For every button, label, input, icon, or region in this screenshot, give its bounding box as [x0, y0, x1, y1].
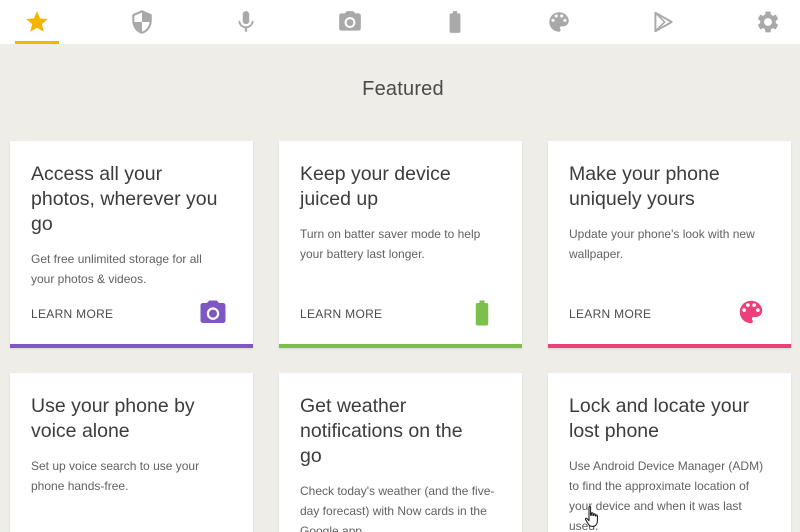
learn-more-link[interactable]: LEARN MORE: [300, 307, 382, 321]
category-tab-bar: [0, 0, 800, 44]
card-description: Turn on batter saver mode to help your b…: [300, 227, 481, 261]
card-accent-bar: [279, 344, 522, 348]
card-title: Access all your photos, wherever you go: [31, 163, 218, 235]
learn-more-link[interactable]: LEARN MORE: [569, 307, 651, 321]
star-icon: [26, 11, 48, 32]
card-description: Update your phone's look with new wallpa…: [569, 227, 755, 261]
tab-play[interactable]: [633, 0, 693, 44]
card-description: Set up voice search to use your phone ha…: [31, 459, 200, 493]
card-accent-bar: [10, 344, 253, 348]
card-weather[interactable]: Get weather notifications on the go Chec…: [279, 373, 522, 532]
gear-icon: [757, 11, 779, 33]
palette-icon: [549, 12, 569, 32]
shield-icon: [132, 10, 152, 34]
tab-security[interactable]: [112, 0, 172, 44]
card-wallpaper[interactable]: Make your phone uniquely yours Update yo…: [548, 141, 791, 348]
card-voice[interactable]: Use your phone by voice alone Set up voi…: [10, 373, 253, 532]
tab-battery[interactable]: [425, 0, 485, 44]
battery-icon: [475, 300, 489, 326]
camera-icon: [200, 300, 226, 323]
learn-more-link[interactable]: LEARN MORE: [31, 307, 113, 321]
card-description: Check today's weather (and the five- day…: [300, 484, 495, 532]
card-battery[interactable]: Keep your device juiced up Turn on batte…: [279, 141, 522, 348]
card-title: Make your phone uniquely yours: [569, 163, 720, 210]
microphone-icon: [238, 11, 254, 32]
tab-settings[interactable]: [738, 0, 798, 44]
card-title: Keep your device juiced up: [300, 163, 451, 210]
play-store-icon: [654, 11, 673, 33]
active-tab-indicator: [15, 41, 59, 44]
tab-camera[interactable]: [320, 0, 380, 44]
card-title: Get weather notifications on the go: [300, 395, 463, 467]
card-accent-bar: [548, 344, 791, 348]
palette-icon: [739, 300, 763, 324]
tab-featured[interactable]: [7, 0, 67, 44]
card-description: Get free unlimited storage for all your …: [31, 252, 202, 286]
section-title: Featured: [362, 78, 444, 100]
card-photos[interactable]: Access all your photos, wherever you go …: [10, 141, 253, 348]
card-title: Lock and locate your lost phone: [569, 395, 749, 442]
camera-icon: [339, 11, 361, 31]
tab-voice[interactable]: [216, 0, 276, 44]
hand-cursor-icon: [584, 505, 598, 527]
tab-personalize[interactable]: [529, 0, 589, 44]
card-title: Use your phone by voice alone: [31, 395, 195, 442]
battery-icon: [449, 11, 461, 33]
